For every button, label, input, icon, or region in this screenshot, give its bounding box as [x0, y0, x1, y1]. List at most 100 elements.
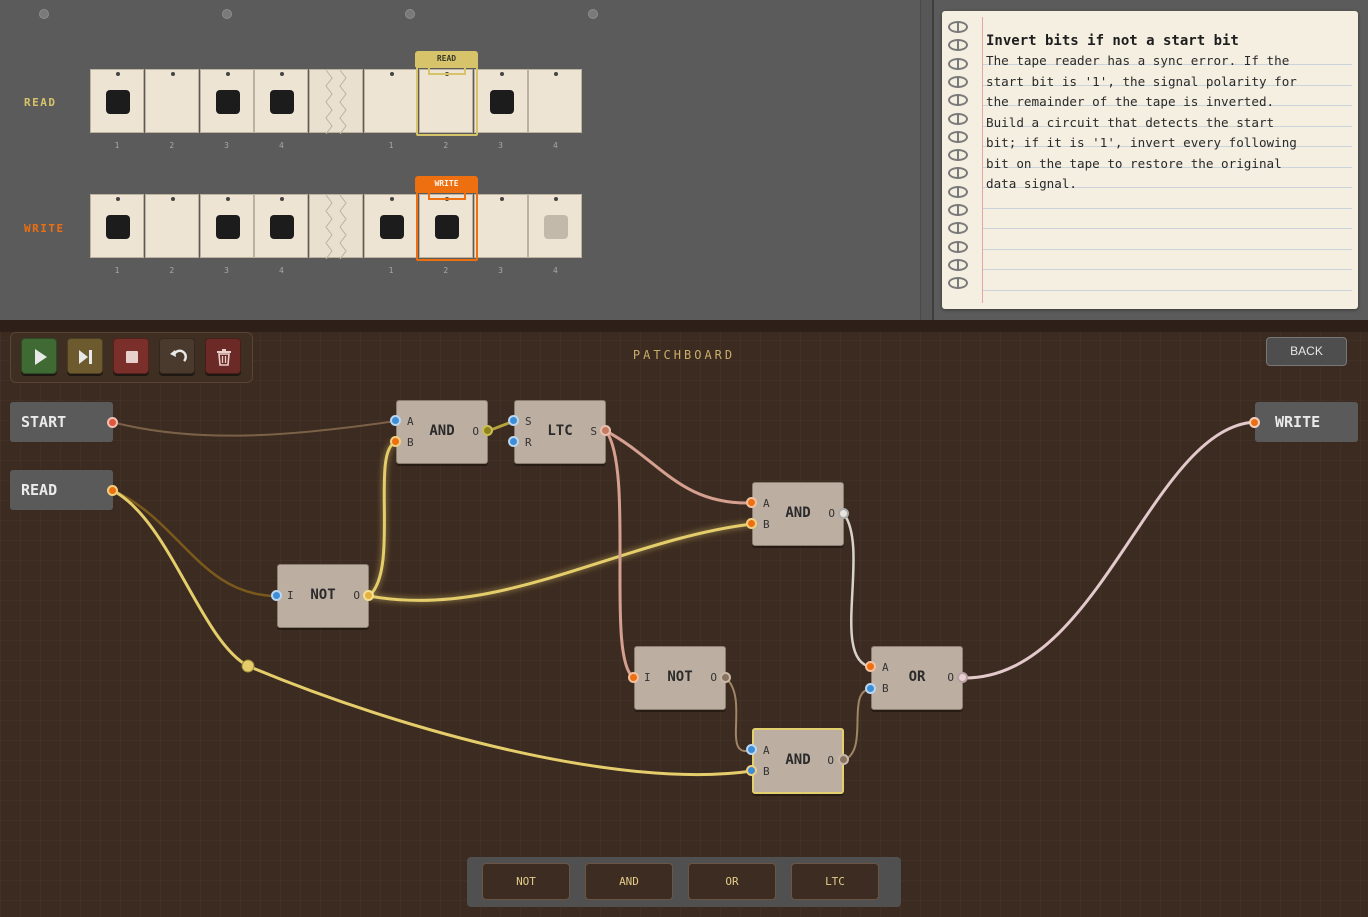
port-label-o: O: [472, 425, 479, 438]
latch-gate[interactable]: LTC S R S: [514, 400, 606, 464]
sprocket-dot: [170, 197, 175, 201]
ruled-line: [982, 228, 1352, 229]
pending-punch: [544, 215, 569, 239]
not2-input-port[interactable]: [628, 672, 639, 683]
and3-input-a-port[interactable]: [746, 744, 757, 755]
tape-cell: [144, 69, 199, 133]
punched-hole: [215, 90, 240, 114]
or-output-port[interactable]: [957, 672, 968, 683]
sprocket-dot: [499, 72, 504, 76]
and3-input-b-port[interactable]: [746, 765, 757, 776]
tape-break: [309, 194, 364, 259]
read-output-port[interactable]: [107, 485, 118, 496]
wire-not2-to-and3-a: [725, 677, 753, 753]
sprocket-dot: [225, 197, 230, 201]
binding-ring: [948, 167, 968, 180]
cell-number: 4: [552, 141, 558, 150]
and1-input-b-port[interactable]: [390, 436, 401, 447]
cell-number: 2: [169, 266, 175, 275]
wire-not-to-and2-b: [368, 522, 753, 602]
port-label-i: I: [644, 671, 651, 684]
binding-ring: [948, 94, 968, 107]
puzzle-description: The tape reader has a sync error. If the…: [986, 53, 1297, 191]
and2-input-a-port[interactable]: [746, 497, 757, 508]
binding-ring: [948, 204, 968, 216]
port-label-i: I: [287, 589, 294, 602]
not-gate-1[interactable]: NOT I O: [277, 564, 369, 628]
ltc-set-port[interactable]: [508, 415, 519, 426]
tape-cell: [364, 69, 418, 133]
wire-read-to-junction: [111, 488, 249, 668]
and1-input-a-port[interactable]: [390, 415, 401, 426]
or-input-b-port[interactable]: [865, 683, 876, 694]
ruled-line: [982, 248, 1352, 250]
read-head: [416, 66, 478, 136]
tape-panel: READ WRITE 1 2 3 4 1 2 3 4 1 2 3 4 1 2 3 4 READ WRITE: [0, 0, 920, 320]
cell-number: 3: [224, 141, 229, 150]
port-label-b: B: [882, 682, 889, 695]
and-gate-3[interactable]: AND A B O: [752, 728, 844, 794]
write-input-port[interactable]: [1249, 417, 1260, 428]
port-label-s: S: [525, 415, 532, 428]
and2-input-b-port[interactable]: [746, 518, 757, 529]
read-head-tag: READ: [415, 51, 478, 67]
tape-cell: [90, 194, 144, 258]
ltc-output-port[interactable]: [600, 425, 611, 436]
cell-number: 1: [114, 266, 120, 275]
patchboard[interactable]: PATCHBOARD BACK START READ WRITE AND A B…: [0, 320, 1368, 917]
start-input-node[interactable]: START: [10, 402, 113, 442]
not1-input-port[interactable]: [271, 590, 282, 601]
sprocket-dot: [116, 72, 120, 76]
not1-output-port[interactable]: [363, 590, 374, 601]
write-tape-label: WRITE: [24, 222, 65, 235]
sprocket-dot: [170, 72, 175, 76]
tape-cell: [199, 194, 254, 258]
rivet: [39, 9, 49, 19]
sprocket-dot: [554, 197, 559, 201]
panel-divider: [920, 0, 934, 320]
palette-ltc-button[interactable]: LTC: [791, 863, 879, 900]
cell-number: 3: [498, 141, 503, 150]
cell-number: 4: [552, 266, 558, 275]
binding-ring: [948, 57, 968, 70]
cell-number: 2: [443, 141, 449, 150]
and3-output-port[interactable]: [838, 754, 849, 765]
and-gate-2[interactable]: AND A B O: [752, 482, 844, 546]
read-input-node[interactable]: READ: [10, 470, 113, 510]
wires-layer: [111, 419, 1255, 777]
ltc-reset-port[interactable]: [508, 436, 519, 447]
sprocket-dot: [280, 72, 285, 76]
not2-output-port[interactable]: [720, 672, 731, 683]
binding-ring: [948, 258, 968, 271]
and2-output-port[interactable]: [838, 508, 849, 519]
or-input-a-port[interactable]: [865, 661, 876, 672]
tape-cell: [199, 69, 254, 133]
tape-cell: [254, 194, 309, 258]
cell-number: 3: [224, 266, 229, 275]
sprocket-dot: [280, 197, 285, 201]
wire-start-to-and-a: [111, 420, 397, 437]
puzzle-title: Invert bits if not a start bit: [986, 33, 1239, 49]
cell-number: 3: [498, 266, 503, 275]
rivet: [222, 9, 232, 19]
and-gate-1[interactable]: AND A B O: [396, 400, 488, 464]
wire-or-to-write: [962, 420, 1255, 680]
binding-ring: [948, 149, 968, 162]
tape-cell: [364, 194, 418, 258]
write-output-node[interactable]: WRITE: [1255, 402, 1358, 442]
tape-cell: [528, 194, 583, 258]
or-gate[interactable]: OR A B O: [871, 646, 963, 710]
start-output-port[interactable]: [107, 417, 118, 428]
port-label-o: O: [828, 507, 835, 520]
sprocket-dot: [116, 197, 120, 201]
palette-not-button[interactable]: NOT: [482, 863, 570, 900]
instructions-notebook: Invert bits if not a start bit The tape …: [942, 11, 1358, 309]
palette-and-button[interactable]: AND: [585, 863, 673, 900]
binding-ring: [948, 21, 968, 33]
and1-output-port[interactable]: [482, 425, 493, 436]
not-gate-2[interactable]: NOT I O: [634, 646, 726, 710]
binding-ring: [948, 185, 968, 198]
cell-number: 4: [278, 266, 284, 275]
sprocket-dot: [499, 197, 504, 201]
palette-or-button[interactable]: OR: [688, 863, 776, 900]
